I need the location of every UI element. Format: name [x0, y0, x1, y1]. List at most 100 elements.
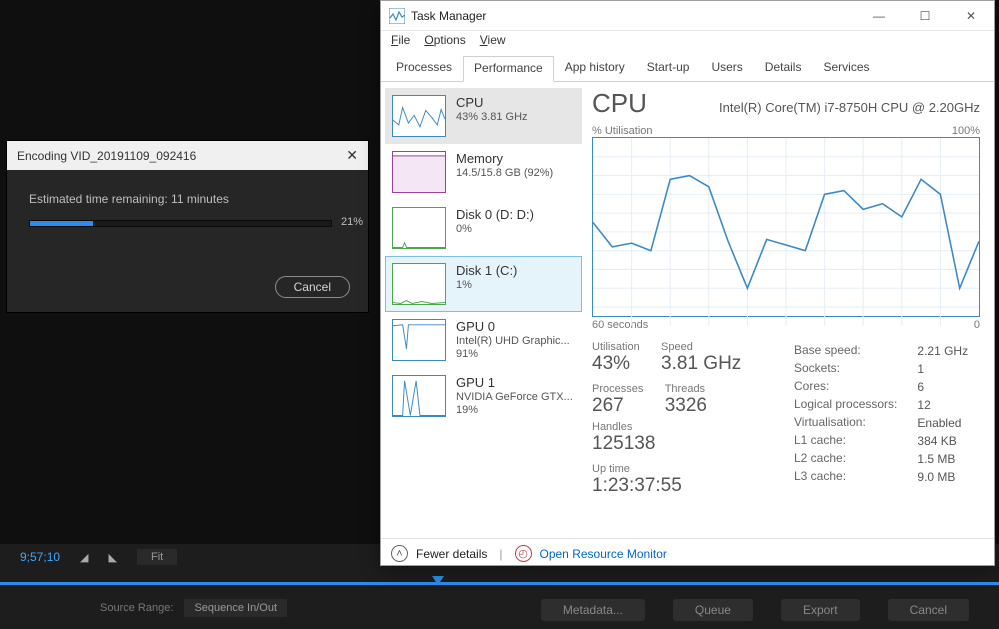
timecode[interactable]: 9;57;10 — [20, 550, 60, 564]
tm-title: Task Manager — [411, 9, 486, 23]
spec-l1-value: 384 KB — [917, 433, 968, 449]
tm-detail-pane: CPU Intel(R) Core(TM) i7-8750H CPU @ 2.2… — [586, 82, 994, 538]
encoding-titlebar[interactable]: Encoding VID_20191109_092416 ✕ — [7, 141, 368, 170]
label-threads: Threads — [665, 383, 707, 395]
tm-menubar: File Options View — [381, 31, 994, 51]
spec-sockets-label: Sockets: — [794, 361, 915, 377]
value-uptime: 1:23:37:55 — [592, 475, 682, 497]
tab-app-history[interactable]: App history — [554, 55, 636, 81]
spec-l3-label: L3 cache: — [794, 469, 915, 485]
menu-file[interactable]: File — [391, 33, 410, 51]
encoding-progress-fill — [30, 221, 93, 226]
gpu0-mini-chart — [392, 319, 446, 361]
playhead-icon[interactable] — [432, 576, 444, 585]
sidebar-disk0-sub: 0% — [456, 223, 534, 235]
encoding-progress-percent: 21% — [341, 216, 363, 228]
cancel-button[interactable]: Cancel — [275, 276, 350, 298]
encoding-eta: Estimated time remaining: 11 minutes — [29, 192, 352, 206]
minimize-button[interactable]: — — [856, 1, 902, 31]
sidebar-item-disk0[interactable]: Disk 0 (D: D:) 0% — [385, 200, 582, 256]
value-speed: 3.81 GHz — [661, 353, 741, 375]
task-manager-window: Task Manager — ☐ ✕ File Options View Pro… — [380, 0, 995, 566]
value-handles: 125138 — [592, 433, 655, 455]
label-processes: Processes — [592, 383, 643, 395]
menu-view[interactable]: View — [480, 33, 506, 51]
close-icon[interactable]: ✕ — [346, 147, 358, 164]
tm-tabs: Processes Performance App history Start-… — [381, 55, 994, 82]
sidebar-mem-sub: 14.5/15.8 GB (92%) — [456, 167, 553, 179]
menu-options[interactable]: Options — [424, 33, 465, 51]
disk1-mini-chart — [392, 263, 446, 305]
value-threads: 3326 — [665, 395, 707, 417]
label-handles: Handles — [592, 421, 655, 433]
sidebar-gpu1-pct: 19% — [456, 404, 573, 416]
label-speed: Speed — [661, 341, 741, 353]
timeline-track[interactable] — [0, 582, 999, 585]
encoding-progress-bar — [29, 220, 332, 227]
spec-lp-value: 12 — [917, 397, 968, 413]
label-uptime: Up time — [592, 463, 682, 475]
spec-l1-label: L1 cache: — [794, 433, 915, 449]
source-range-dropdown[interactable]: Sequence In/Out — [184, 599, 287, 617]
sidebar-gpu0-pct: 91% — [456, 348, 570, 360]
cpu-mini-chart — [392, 95, 446, 137]
sidebar-cpu-sub: 43% 3.81 GHz — [456, 111, 528, 123]
tab-users[interactable]: Users — [700, 55, 753, 81]
zoom-fit-dropdown[interactable]: Fit — [137, 549, 177, 565]
sidebar-gpu0-sub: Intel(R) UHD Graphic... — [456, 335, 570, 347]
sidebar-disk1-name: Disk 1 (C:) — [456, 263, 517, 278]
close-button[interactable]: ✕ — [948, 1, 994, 31]
spec-cores-value: 6 — [917, 379, 968, 395]
spec-cores-label: Cores: — [794, 379, 915, 395]
tab-details[interactable]: Details — [754, 55, 813, 81]
tab-services[interactable]: Services — [812, 55, 880, 81]
sidebar-disk0-name: Disk 0 (D: D:) — [456, 207, 534, 222]
value-utilisation: 43% — [592, 353, 640, 375]
tm-titlebar[interactable]: Task Manager — ☐ ✕ — [381, 1, 994, 31]
sidebar-item-disk1[interactable]: Disk 1 (C:) 1% — [385, 256, 582, 312]
sidebar-gpu0-name: GPU 0 — [456, 319, 570, 334]
value-processes: 267 — [592, 395, 643, 417]
cpu-specs-table: Base speed:2.21 GHz Sockets:1 Cores:6 Lo… — [792, 341, 970, 487]
spec-base-value: 2.21 GHz — [917, 343, 968, 359]
cancel-export-button[interactable]: Cancel — [888, 599, 969, 621]
sidebar-mem-name: Memory — [456, 151, 553, 166]
sidebar-disk1-sub: 1% — [456, 279, 517, 291]
spec-l2-label: L2 cache: — [794, 451, 915, 467]
queue-button[interactable]: Queue — [673, 599, 753, 621]
open-resource-monitor-link[interactable]: Open Resource Monitor — [540, 547, 667, 561]
sidebar-item-cpu[interactable]: CPU 43% 3.81 GHz — [385, 88, 582, 144]
encoding-dialog: Encoding VID_20191109_092416 ✕ Estimated… — [6, 140, 369, 313]
y-axis-label: % Utilisation — [592, 125, 653, 137]
chevron-up-icon[interactable]: ˄ — [391, 545, 408, 562]
task-manager-icon — [389, 8, 405, 24]
sidebar-item-gpu0[interactable]: GPU 0 Intel(R) UHD Graphic... 91% — [385, 312, 582, 368]
detail-heading: CPU — [592, 88, 647, 119]
sidebar-item-gpu1[interactable]: GPU 1 NVIDIA GeForce GTX... 19% — [385, 368, 582, 424]
marker-in-icon[interactable]: ◢ — [80, 551, 88, 564]
spec-lp-label: Logical processors: — [794, 397, 915, 413]
spec-virt-label: Virtualisation: — [794, 415, 915, 431]
export-button[interactable]: Export — [781, 599, 860, 621]
memory-mini-chart — [392, 151, 446, 193]
y-axis-max: 100% — [952, 125, 980, 137]
tab-performance[interactable]: Performance — [463, 56, 554, 82]
maximize-button[interactable]: ☐ — [902, 1, 948, 31]
marker-out-icon[interactable]: ◣ — [109, 551, 117, 564]
sidebar-gpu1-sub: NVIDIA GeForce GTX... — [456, 391, 573, 403]
metadata-button[interactable]: Metadata... — [541, 599, 645, 621]
label-utilisation: Utilisation — [592, 341, 640, 353]
tab-processes[interactable]: Processes — [385, 55, 463, 81]
spec-sockets-value: 1 — [917, 361, 968, 377]
gpu1-mini-chart — [392, 375, 446, 417]
cpu-utilisation-chart[interactable] — [592, 137, 980, 317]
tab-startup[interactable]: Start-up — [636, 55, 701, 81]
spec-l3-value: 9.0 MB — [917, 469, 968, 485]
spec-l2-value: 1.5 MB — [917, 451, 968, 467]
fewer-details-link[interactable]: Fewer details — [416, 547, 487, 561]
sidebar-item-memory[interactable]: Memory 14.5/15.8 GB (92%) — [385, 144, 582, 200]
sidebar-gpu1-name: GPU 1 — [456, 375, 573, 390]
source-range-label: Source Range: — [100, 602, 173, 614]
spec-virt-value: Enabled — [917, 415, 968, 431]
spec-base-label: Base speed: — [794, 343, 915, 359]
